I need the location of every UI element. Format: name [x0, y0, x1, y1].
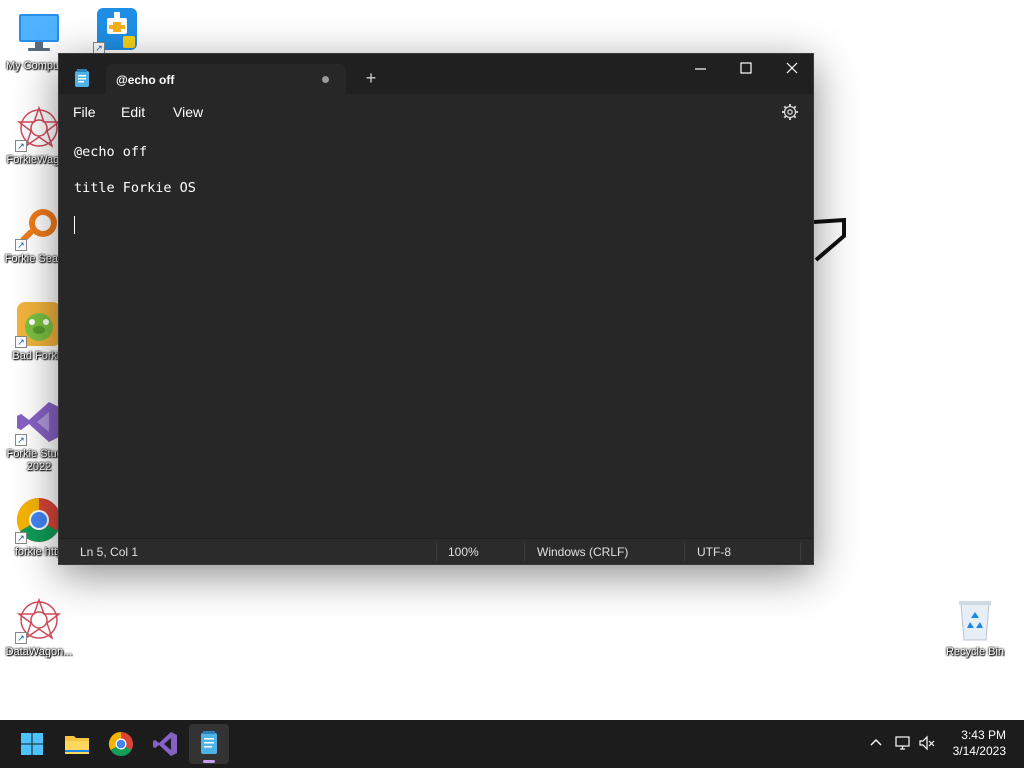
taskbar-visual-studio[interactable]: [145, 724, 185, 764]
datawagon-icon: ↗: [15, 596, 63, 644]
taskbar: 3:43 PM 3/14/2023: [0, 720, 1024, 768]
status-divider: [436, 543, 437, 561]
taskbar-chrome[interactable]: [101, 724, 141, 764]
text-editor[interactable]: @echo off title Forkie OS: [59, 132, 813, 540]
show-hidden-icons-chevron-icon[interactable]: [867, 734, 885, 752]
status-divider: [800, 543, 801, 561]
clock-date: 3/14/2023: [952, 744, 1006, 758]
menu-view[interactable]: View: [173, 104, 203, 120]
network-icon[interactable]: [894, 734, 912, 752]
start-button[interactable]: [12, 724, 52, 764]
desktop-icon-label: Recycle Bin: [945, 646, 1005, 658]
system-clock[interactable]: 3:43 PM 3/14/2023: [953, 727, 1006, 759]
toolbox-icon: ↗: [93, 6, 141, 54]
recycle-bin-icon: [951, 596, 999, 644]
new-tab-button[interactable]: +: [361, 68, 381, 88]
chrome-icon: ↗: [15, 496, 63, 544]
close-icon: [786, 62, 798, 74]
active-app-indicator: [203, 760, 215, 763]
green-pig-icon: ↗: [15, 300, 63, 348]
notepad-app-icon: [74, 69, 90, 87]
close-button[interactable]: [769, 54, 815, 86]
monitor-icon: [15, 10, 63, 58]
status-divider: [524, 543, 525, 561]
desktop-icon-toolbox[interactable]: ↗: [78, 6, 156, 56]
tab-title: @echo off: [116, 73, 175, 87]
maximize-icon: [740, 62, 752, 74]
desktop-icon-label: DataWagon...: [5, 646, 73, 658]
status-bar: Ln 5, Col 1 100% Windows (CRLF) UTF-8: [59, 538, 813, 564]
desktop-icon-recycle-bin[interactable]: Recycle Bin: [936, 596, 1014, 659]
shortcut-arrow-icon: ↗: [15, 434, 27, 446]
zoom-level[interactable]: 100%: [448, 545, 479, 559]
menu-file[interactable]: File: [73, 104, 96, 120]
folder-icon: [65, 736, 89, 754]
menu-bar: File Edit View: [59, 94, 813, 132]
maximize-button[interactable]: [723, 54, 769, 86]
editor-line-1: @echo off: [74, 144, 148, 160]
minimize-icon: [695, 68, 706, 70]
background-drawing: [813, 217, 846, 262]
desktop-icon-datawagon[interactable]: ↗ DataWagon...: [0, 596, 78, 659]
title-bar[interactable]: @echo off +: [59, 54, 813, 94]
encoding[interactable]: UTF-8: [697, 545, 731, 559]
menu-edit[interactable]: Edit: [121, 104, 145, 120]
cursor-position: Ln 5, Col 1: [80, 545, 139, 559]
shortcut-arrow-icon: ↗: [15, 239, 27, 251]
volume-muted-icon[interactable]: [918, 734, 936, 752]
shortcut-arrow-icon: ↗: [15, 140, 27, 152]
notepad-icon: [201, 731, 217, 754]
shortcut-arrow-icon: ↗: [15, 336, 27, 348]
shortcut-arrow-icon: ↗: [15, 632, 27, 644]
shortcut-arrow-icon: ↗: [15, 532, 27, 544]
visual-studio-icon: ↗: [15, 398, 63, 446]
status-divider: [684, 543, 685, 561]
tab-echo-off[interactable]: @echo off: [106, 64, 346, 94]
unsaved-dot-icon[interactable]: [322, 76, 329, 83]
settings-gear-icon[interactable]: [781, 103, 799, 121]
taskbar-file-explorer[interactable]: [57, 724, 97, 764]
visual-studio-icon: [153, 732, 177, 756]
notepad-window[interactable]: @echo off + File Edit View @echo off tit…: [58, 53, 814, 565]
clock-time: 3:43 PM: [961, 728, 1006, 742]
taskbar-notepad[interactable]: [189, 724, 229, 764]
text-caret: [74, 216, 75, 234]
forkiewagon-icon: ↗: [15, 104, 63, 152]
chrome-icon: [108, 732, 133, 757]
search-magnifier-icon: ↗: [15, 203, 63, 251]
line-endings[interactable]: Windows (CRLF): [537, 545, 628, 559]
editor-line-3: title Forkie OS: [74, 180, 196, 196]
minimize-button[interactable]: [677, 54, 723, 86]
windows-start-icon: [21, 733, 43, 755]
